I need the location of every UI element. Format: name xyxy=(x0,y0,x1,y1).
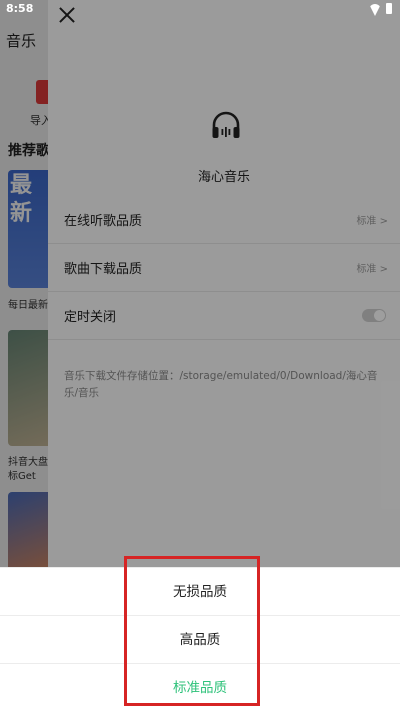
quality-bottom-sheet: 无损品质 高品质 标准品质 xyxy=(0,567,400,715)
status-bar: 8:58 xyxy=(0,0,400,18)
wifi-icon xyxy=(369,4,381,13)
status-time: 8:58 xyxy=(6,2,34,15)
quality-option-lossless[interactable]: 无损品质 xyxy=(0,567,400,615)
battery-icon xyxy=(386,3,392,14)
status-icons xyxy=(369,3,392,14)
quality-option-standard[interactable]: 标准品质 xyxy=(0,663,400,711)
quality-option-high[interactable]: 高品质 xyxy=(0,615,400,663)
